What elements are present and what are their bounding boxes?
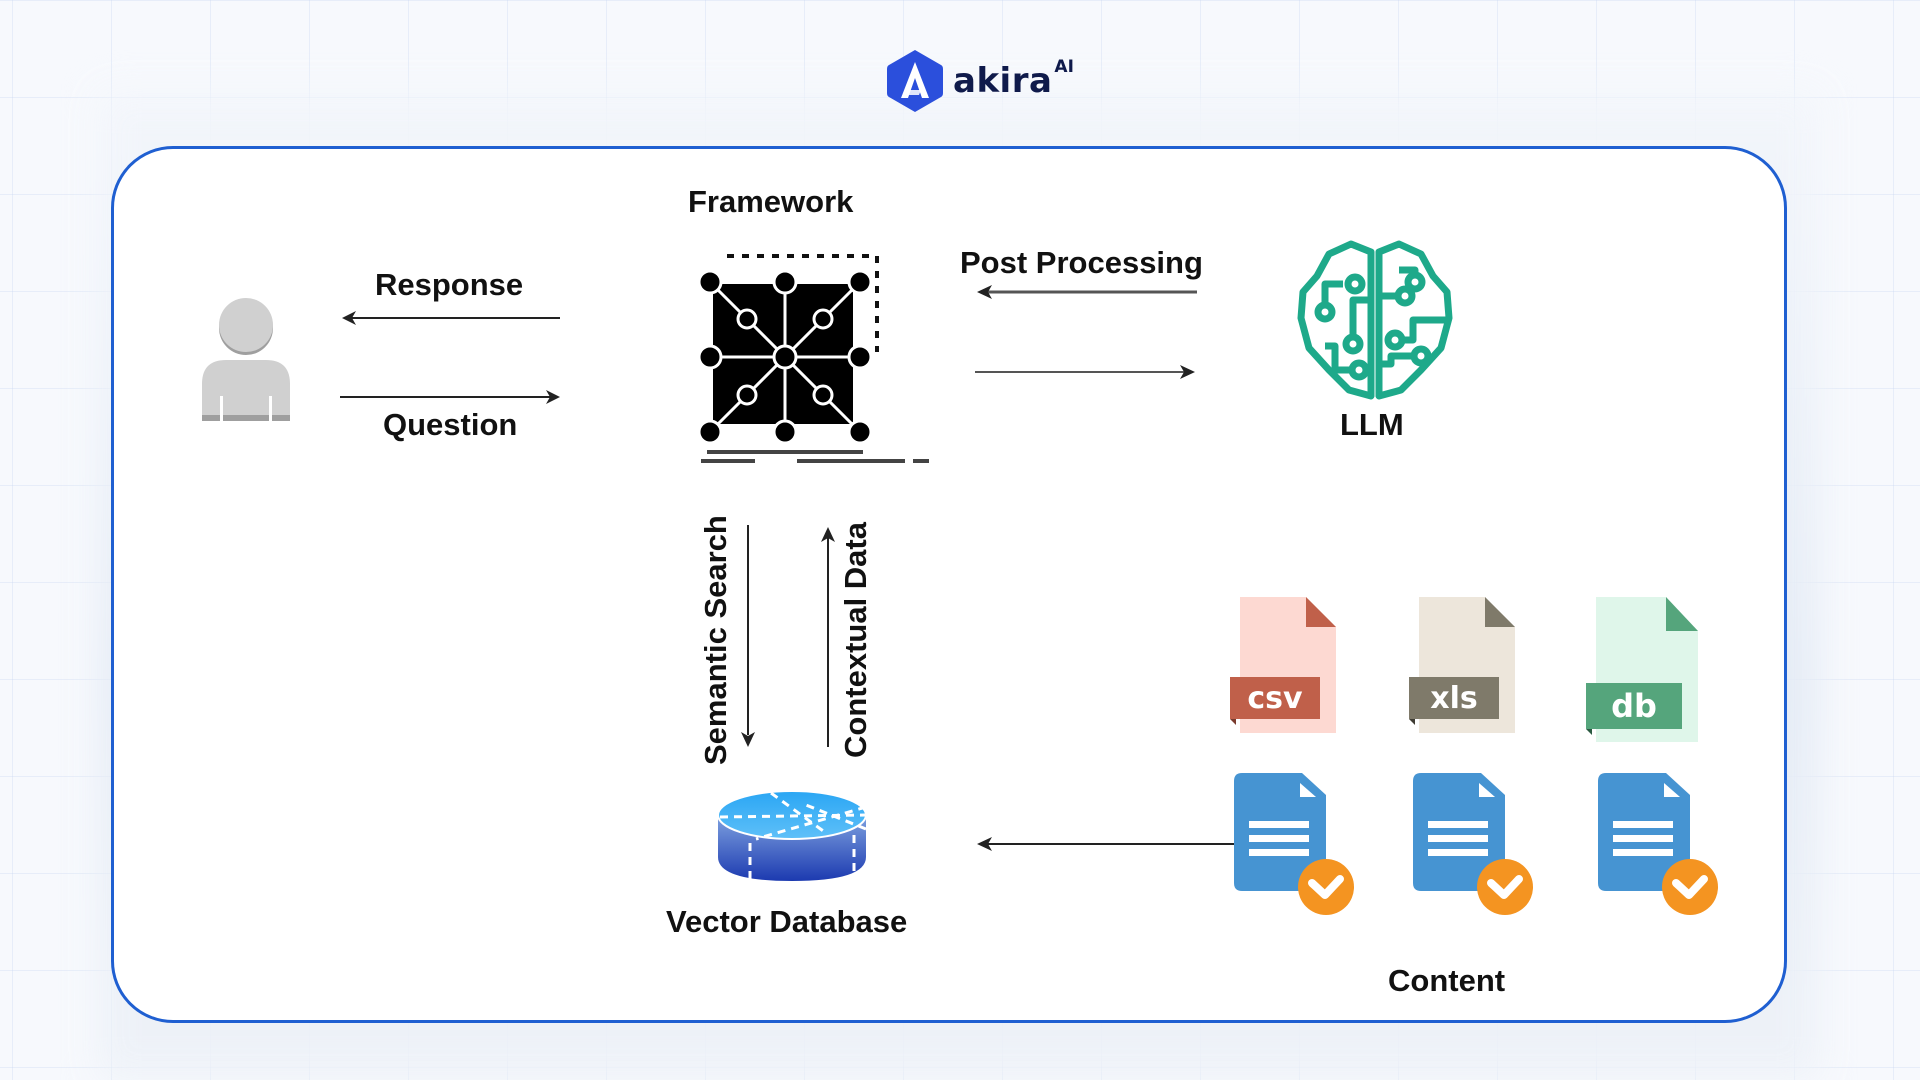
response-label: Response [375, 267, 524, 302]
question-arrow [340, 390, 560, 404]
semantic-search-arrow [741, 525, 755, 747]
csv-tag: csv [1247, 681, 1303, 716]
database-cylinder-icon [717, 790, 867, 881]
document-check-icon [1598, 773, 1718, 915]
db-file-icon: db [1586, 597, 1698, 742]
post-processing-label: Post Processing [960, 245, 1203, 280]
csv-file-icon: csv [1230, 597, 1336, 733]
db-tag: db [1611, 687, 1657, 725]
document-check-icon [1413, 773, 1533, 915]
akira-logo: akira AI [885, 48, 1074, 114]
question-label: Question [383, 407, 518, 442]
post-processing-arrow [977, 285, 1197, 299]
brain-circuit-icon [1297, 240, 1453, 400]
akira-hex-icon [887, 50, 943, 112]
diagram-card [111, 146, 1787, 1023]
network-grid-icon [697, 254, 929, 463]
llm-request-arrow [975, 365, 1195, 379]
contextual-data-arrow [821, 527, 835, 747]
xls-file-icon: xls [1409, 597, 1515, 733]
brand-name: akira [953, 61, 1053, 101]
contextual-data-label: Contextual Data [838, 522, 873, 758]
vector-database-label: Vector Database [666, 904, 908, 939]
response-arrow [342, 311, 560, 325]
semantic-search-label: Semantic Search [698, 515, 733, 765]
content-ingest-arrow [977, 837, 1237, 851]
user-icon [202, 298, 290, 421]
framework-label: Framework [688, 184, 854, 219]
document-check-icon [1234, 773, 1354, 915]
llm-label: LLM [1340, 407, 1404, 442]
content-label: Content [1388, 963, 1506, 998]
brand-suffix: AI [1054, 57, 1074, 77]
xls-tag: xls [1430, 681, 1478, 716]
